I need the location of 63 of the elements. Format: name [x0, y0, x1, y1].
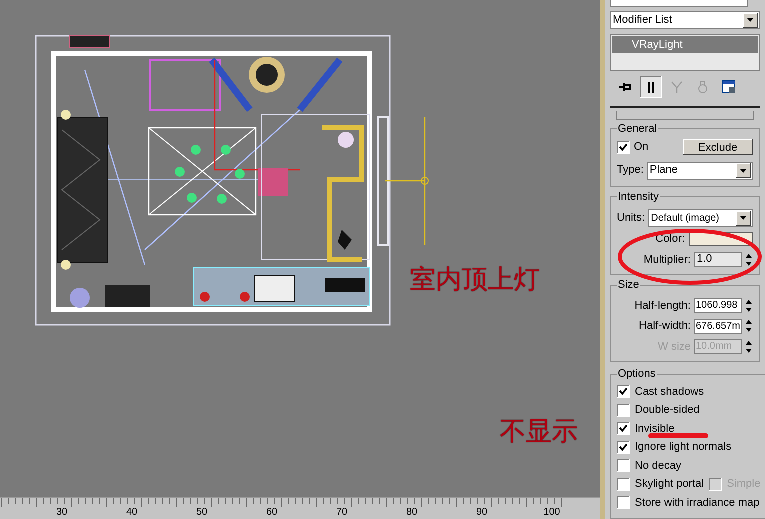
toolbar-button[interactable]: [640, 76, 662, 98]
exclude-button[interactable]: Exclude: [683, 139, 753, 156]
ruler-label: 30: [55, 507, 69, 518]
units-dropdown[interactable]: Default (image): [648, 209, 753, 228]
ruler-label: 60: [265, 507, 279, 518]
field-label: Units:: [617, 210, 646, 226]
field-label: Multiplier:: [644, 252, 691, 268]
field-label: Half-length:: [634, 298, 691, 314]
caret-icon: [740, 168, 747, 173]
group-title: Size: [617, 278, 640, 294]
checkbox-label: Ignore light normals: [635, 440, 732, 456]
checkbox[interactable]: [617, 385, 630, 398]
checkbox[interactable]: [617, 478, 630, 491]
modifier-list-dropdown[interactable]: Modifier List: [610, 10, 760, 30]
ruler-label: 90: [475, 507, 489, 518]
ruler-label: 100: [542, 507, 562, 518]
dropdown-arrow-button[interactable]: [743, 12, 758, 28]
spinner-arrows-icon: [745, 319, 753, 334]
group-title: Intensity: [617, 190, 660, 205]
spinner-arrows-icon: [745, 340, 753, 354]
configure-icon: [722, 80, 736, 94]
field-label: Half-width:: [639, 319, 691, 334]
ruler-label: 70: [335, 507, 349, 518]
checkbox-label: Skylight portal: [635, 477, 704, 492]
fork-icon: [671, 81, 683, 94]
checkbox[interactable]: [617, 422, 630, 436]
group-title: Options: [617, 367, 657, 382]
size-field[interactable]: 1060.998: [694, 298, 742, 314]
checkmark-icon: [619, 142, 628, 152]
checkmark-icon: [619, 387, 628, 396]
annotation-text: 室内顶上灯: [410, 266, 540, 292]
dropdown-arrow-button[interactable]: [736, 210, 751, 226]
checkbox-label: Double-sided: [635, 403, 700, 418]
ruler-label: 80: [405, 507, 419, 518]
checkbox-label: Invisible: [635, 422, 675, 437]
field-label: Type:: [617, 163, 644, 178]
checkbox-label: Cast shadows: [635, 384, 704, 400]
lock-icon: [698, 81, 708, 94]
type-dropdown[interactable]: Plane: [646, 162, 753, 180]
dropdown-arrow-button[interactable]: [736, 163, 751, 178]
group-title: General: [617, 122, 658, 137]
caret-icon: [740, 216, 747, 220]
checkbox-label: No decay: [635, 458, 682, 474]
field-label: Color:: [656, 232, 685, 248]
checkbox[interactable]: [617, 140, 630, 154]
checkbox[interactable]: [617, 496, 630, 510]
size-field[interactable]: 676.657m: [694, 318, 742, 334]
pipe-icon: [648, 80, 654, 94]
stack-item[interactable]: VRayLight: [612, 36, 758, 54]
checkbox[interactable]: [617, 459, 630, 472]
checkbox-label: On: [634, 140, 649, 156]
checkbox[interactable]: [617, 404, 630, 417]
ruler-label: 50: [195, 507, 209, 518]
multiplier-field[interactable]: 1.0: [694, 252, 742, 268]
spinner-arrows-icon: [745, 252, 753, 267]
checkbox-label: Store with irradiance map: [635, 496, 760, 511]
checkbox[interactable]: [617, 440, 630, 454]
spinner-arrows-icon: [745, 298, 753, 313]
annotation-underline: [648, 432, 710, 440]
pin-icon: [618, 82, 631, 92]
caret-icon: [747, 18, 754, 22]
annotation-text: 不显示: [500, 418, 578, 444]
ruler-label: 40: [125, 507, 139, 518]
